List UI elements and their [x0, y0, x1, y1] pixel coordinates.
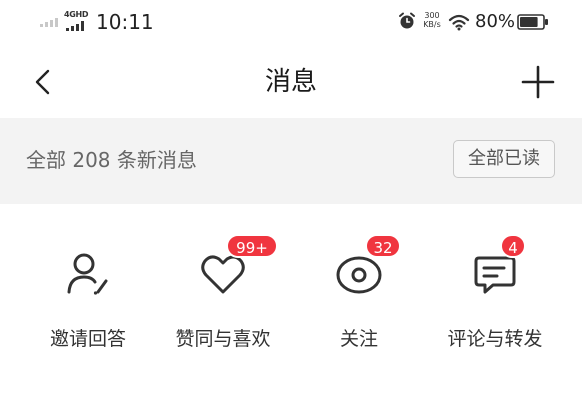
alarm-icon	[399, 12, 415, 29]
plus-icon[interactable]	[520, 64, 556, 100]
category-label: 赞同与喜欢	[175, 328, 271, 350]
signal-icon	[40, 17, 58, 27]
network-speed: 300 KB/s	[421, 11, 443, 29]
speed-unit: KB/s	[423, 20, 441, 29]
category-follow[interactable]: 32 关注	[294, 216, 424, 366]
battery-percent: 80%	[475, 11, 516, 32]
category-comments[interactable]: 4 评论与转发	[430, 216, 560, 366]
message-categories: 邀请回答 99+ 赞同与喜欢 32 关注 4 评论与转发	[0, 216, 582, 400]
wifi-icon	[448, 14, 470, 31]
badge-likes: 99+	[226, 234, 278, 258]
summary-bar: 全部 208 条新消息 全部已读	[0, 118, 582, 204]
category-label: 评论与转发	[447, 328, 543, 350]
category-likes[interactable]: 99+ 赞同与喜欢	[158, 216, 288, 366]
category-label: 关注	[339, 328, 378, 350]
invite-answer-icon	[67, 253, 108, 295]
page-title: 消息	[264, 67, 317, 97]
status-bar: 4GHD 10:11 300 KB/s 80%	[0, 0, 582, 44]
battery-icon	[517, 14, 548, 30]
chevron-left-icon[interactable]	[30, 66, 58, 98]
status-time: 10:11	[96, 10, 154, 34]
badge-comments: 4	[500, 234, 526, 258]
nav-bar: 消息	[0, 44, 582, 116]
mark-all-read-button[interactable]: 全部已读	[453, 140, 555, 178]
badge-follow: 32	[365, 234, 401, 258]
speed-value: 300	[424, 11, 440, 20]
category-label: 邀请回答	[49, 328, 126, 350]
new-message-count: 全部 208 条新消息	[26, 148, 197, 172]
category-invite-answer[interactable]: 邀请回答	[23, 216, 153, 366]
network-type: 4GHD	[64, 10, 89, 19]
signal-4g-icon: 4GHD	[64, 11, 92, 31]
